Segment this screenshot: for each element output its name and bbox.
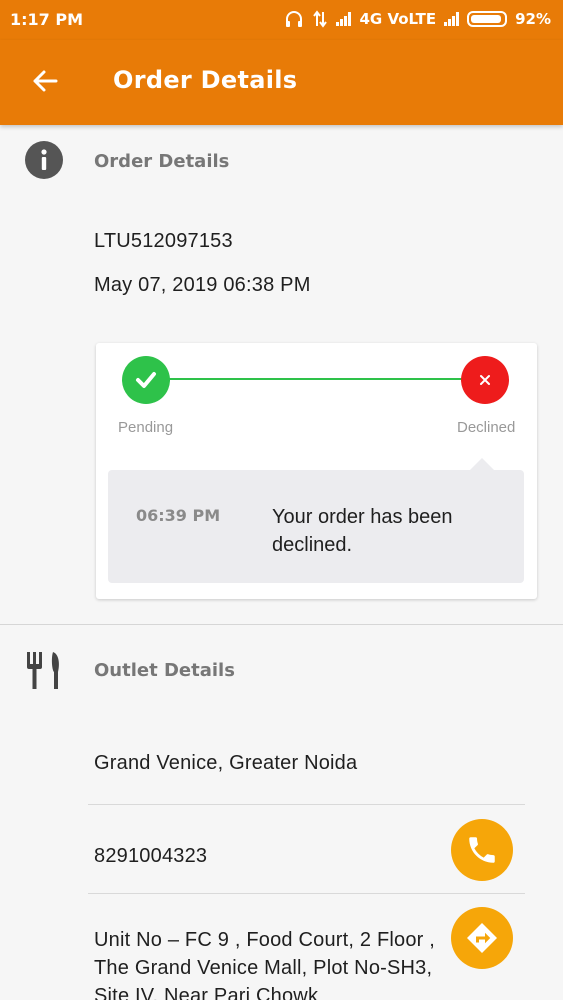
status-message-text: Your order has been declined. bbox=[272, 506, 453, 556]
signal-2-icon bbox=[444, 12, 460, 26]
battery-icon bbox=[467, 11, 508, 27]
outlet-name: Grand Venice, Greater Noida bbox=[94, 752, 358, 774]
step-pending-label: Pending bbox=[118, 419, 174, 436]
progress-line bbox=[168, 378, 464, 380]
headphones-icon bbox=[286, 11, 303, 27]
outlet-phone: 8291004323 bbox=[94, 845, 208, 867]
separator bbox=[88, 804, 525, 805]
step-pending-dot bbox=[122, 356, 170, 404]
signal-icon bbox=[336, 12, 352, 26]
status-message-time: 06:39 PM bbox=[136, 506, 221, 525]
network-label: 4G VoLTE bbox=[359, 10, 437, 28]
order-id: LTU512097153 bbox=[94, 230, 233, 252]
directions-button[interactable] bbox=[451, 907, 513, 969]
order-section-title: Order Details bbox=[94, 151, 230, 172]
step-declined-dot bbox=[461, 356, 509, 404]
phone-icon bbox=[469, 837, 495, 863]
outlet-address: Unit No – FC 9 , Food Court, 2 Floor , T… bbox=[94, 929, 436, 1000]
data-transfer-icon bbox=[313, 10, 328, 28]
outlet-section-title: Outlet Details bbox=[94, 660, 235, 681]
order-datetime: May 07, 2019 06:38 PM bbox=[94, 274, 311, 296]
app-bar: Order Details bbox=[0, 40, 563, 125]
separator bbox=[88, 893, 525, 894]
status-time: 1:17 PM bbox=[10, 10, 84, 29]
back-arrow-icon[interactable] bbox=[28, 64, 62, 98]
info-icon bbox=[25, 141, 63, 179]
section-divider bbox=[0, 624, 563, 625]
check-icon bbox=[136, 372, 156, 388]
status-bar: 1:17 PM 4G VoLTE 92% bbox=[0, 0, 563, 40]
order-status-card: Pending Declined 06:39 PM Your order has… bbox=[96, 343, 537, 599]
status-icons: 4G VoLTE 92% bbox=[284, 10, 551, 28]
step-declined-label: Declined bbox=[457, 419, 516, 436]
call-button[interactable] bbox=[451, 819, 513, 881]
page-title: Order Details bbox=[113, 66, 298, 94]
cross-icon bbox=[480, 375, 490, 385]
battery-percent: 92% bbox=[515, 10, 551, 28]
directions-icon bbox=[467, 923, 497, 953]
status-message: 06:39 PM Your order has been declined. bbox=[108, 458, 524, 583]
cutlery-icon bbox=[27, 652, 59, 689]
